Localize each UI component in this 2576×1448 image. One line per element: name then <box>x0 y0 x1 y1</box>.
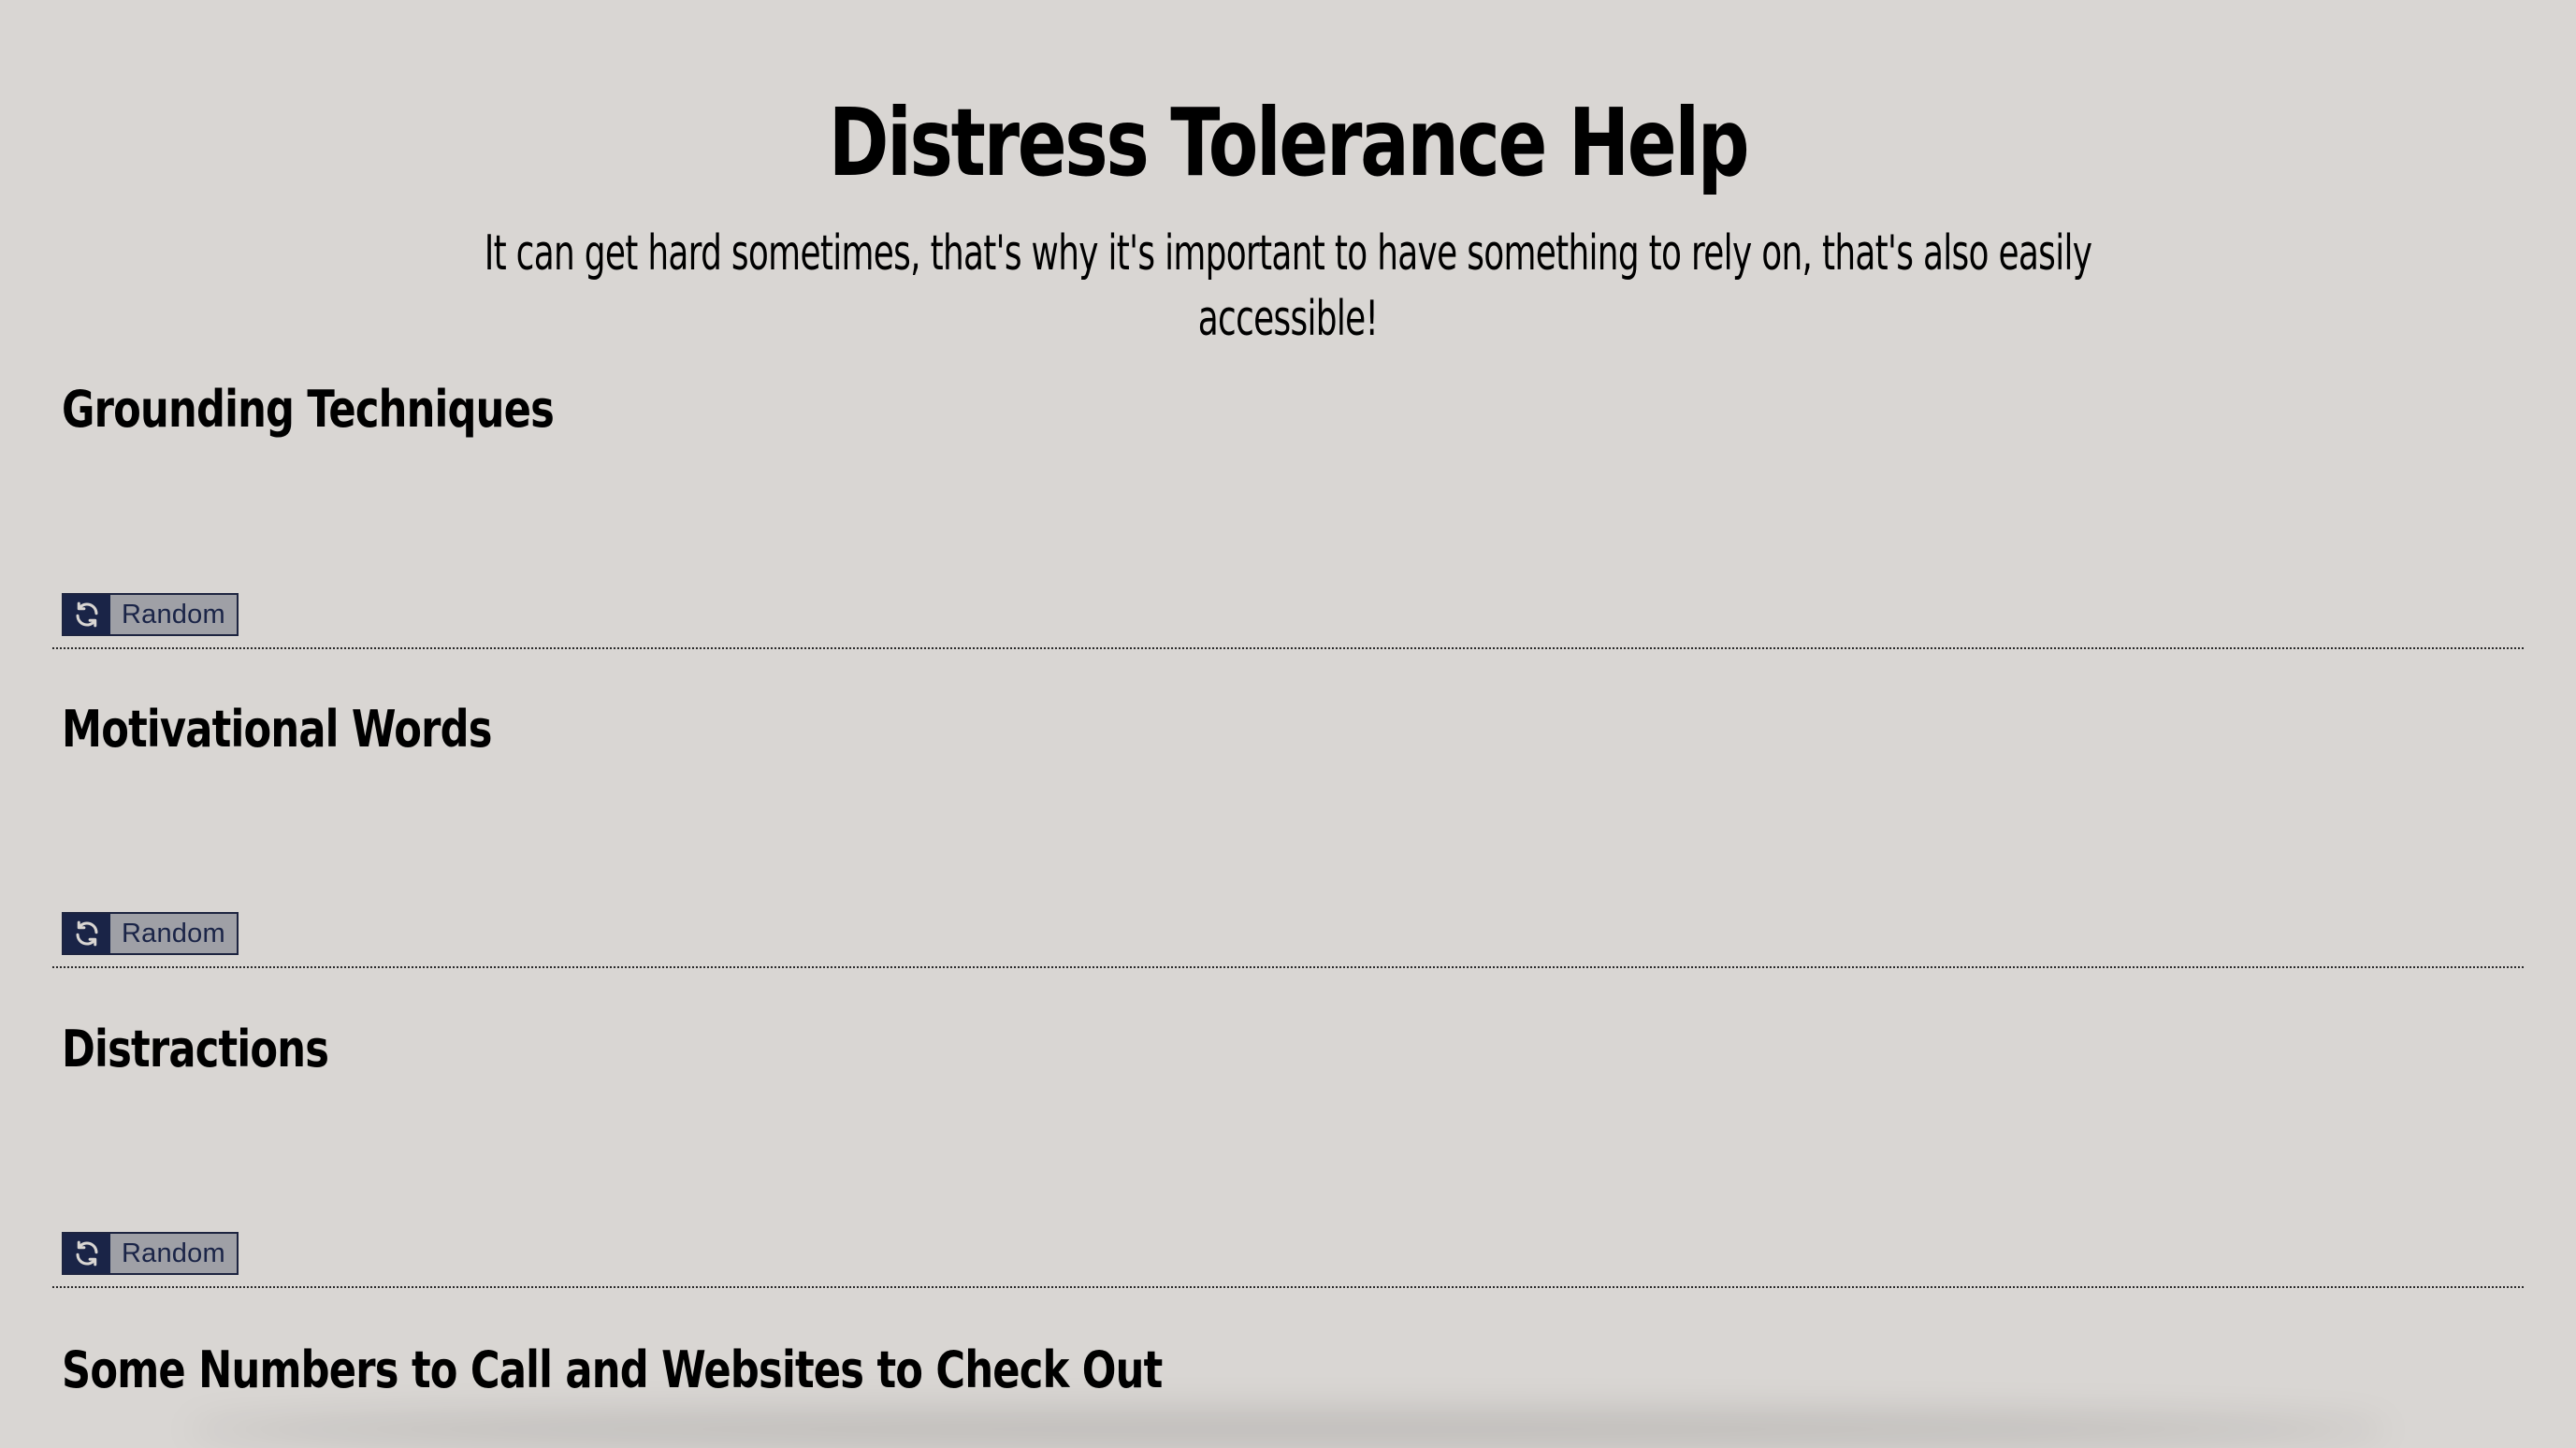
random-button-grounding[interactable]: Random <box>62 593 239 636</box>
section-heading: Grounding Techniques <box>62 380 555 439</box>
section-divider <box>52 647 2524 649</box>
random-button-motivational[interactable]: Random <box>62 912 239 955</box>
refresh-icon <box>64 1234 110 1273</box>
page-subtitle: It can get hard sometimes, that's why it… <box>484 225 2092 347</box>
refresh-icon <box>64 914 110 953</box>
random-button-label: Random <box>122 918 225 948</box>
random-button-label: Random <box>122 599 225 630</box>
refresh-icon <box>64 595 110 634</box>
page-title: Distress Tolerance Help <box>828 88 1750 197</box>
random-button-distractions[interactable]: Random <box>62 1232 239 1275</box>
random-button-label: Random <box>122 1238 225 1268</box>
section-divider <box>52 966 2524 968</box>
bottom-shadow <box>187 1411 2389 1448</box>
section-divider <box>52 1286 2524 1288</box>
section-heading: Distractions <box>62 1020 329 1079</box>
section-heading: Some Numbers to Call and Websites to Che… <box>62 1340 1163 1399</box>
section-heading: Motivational Words <box>62 700 492 759</box>
